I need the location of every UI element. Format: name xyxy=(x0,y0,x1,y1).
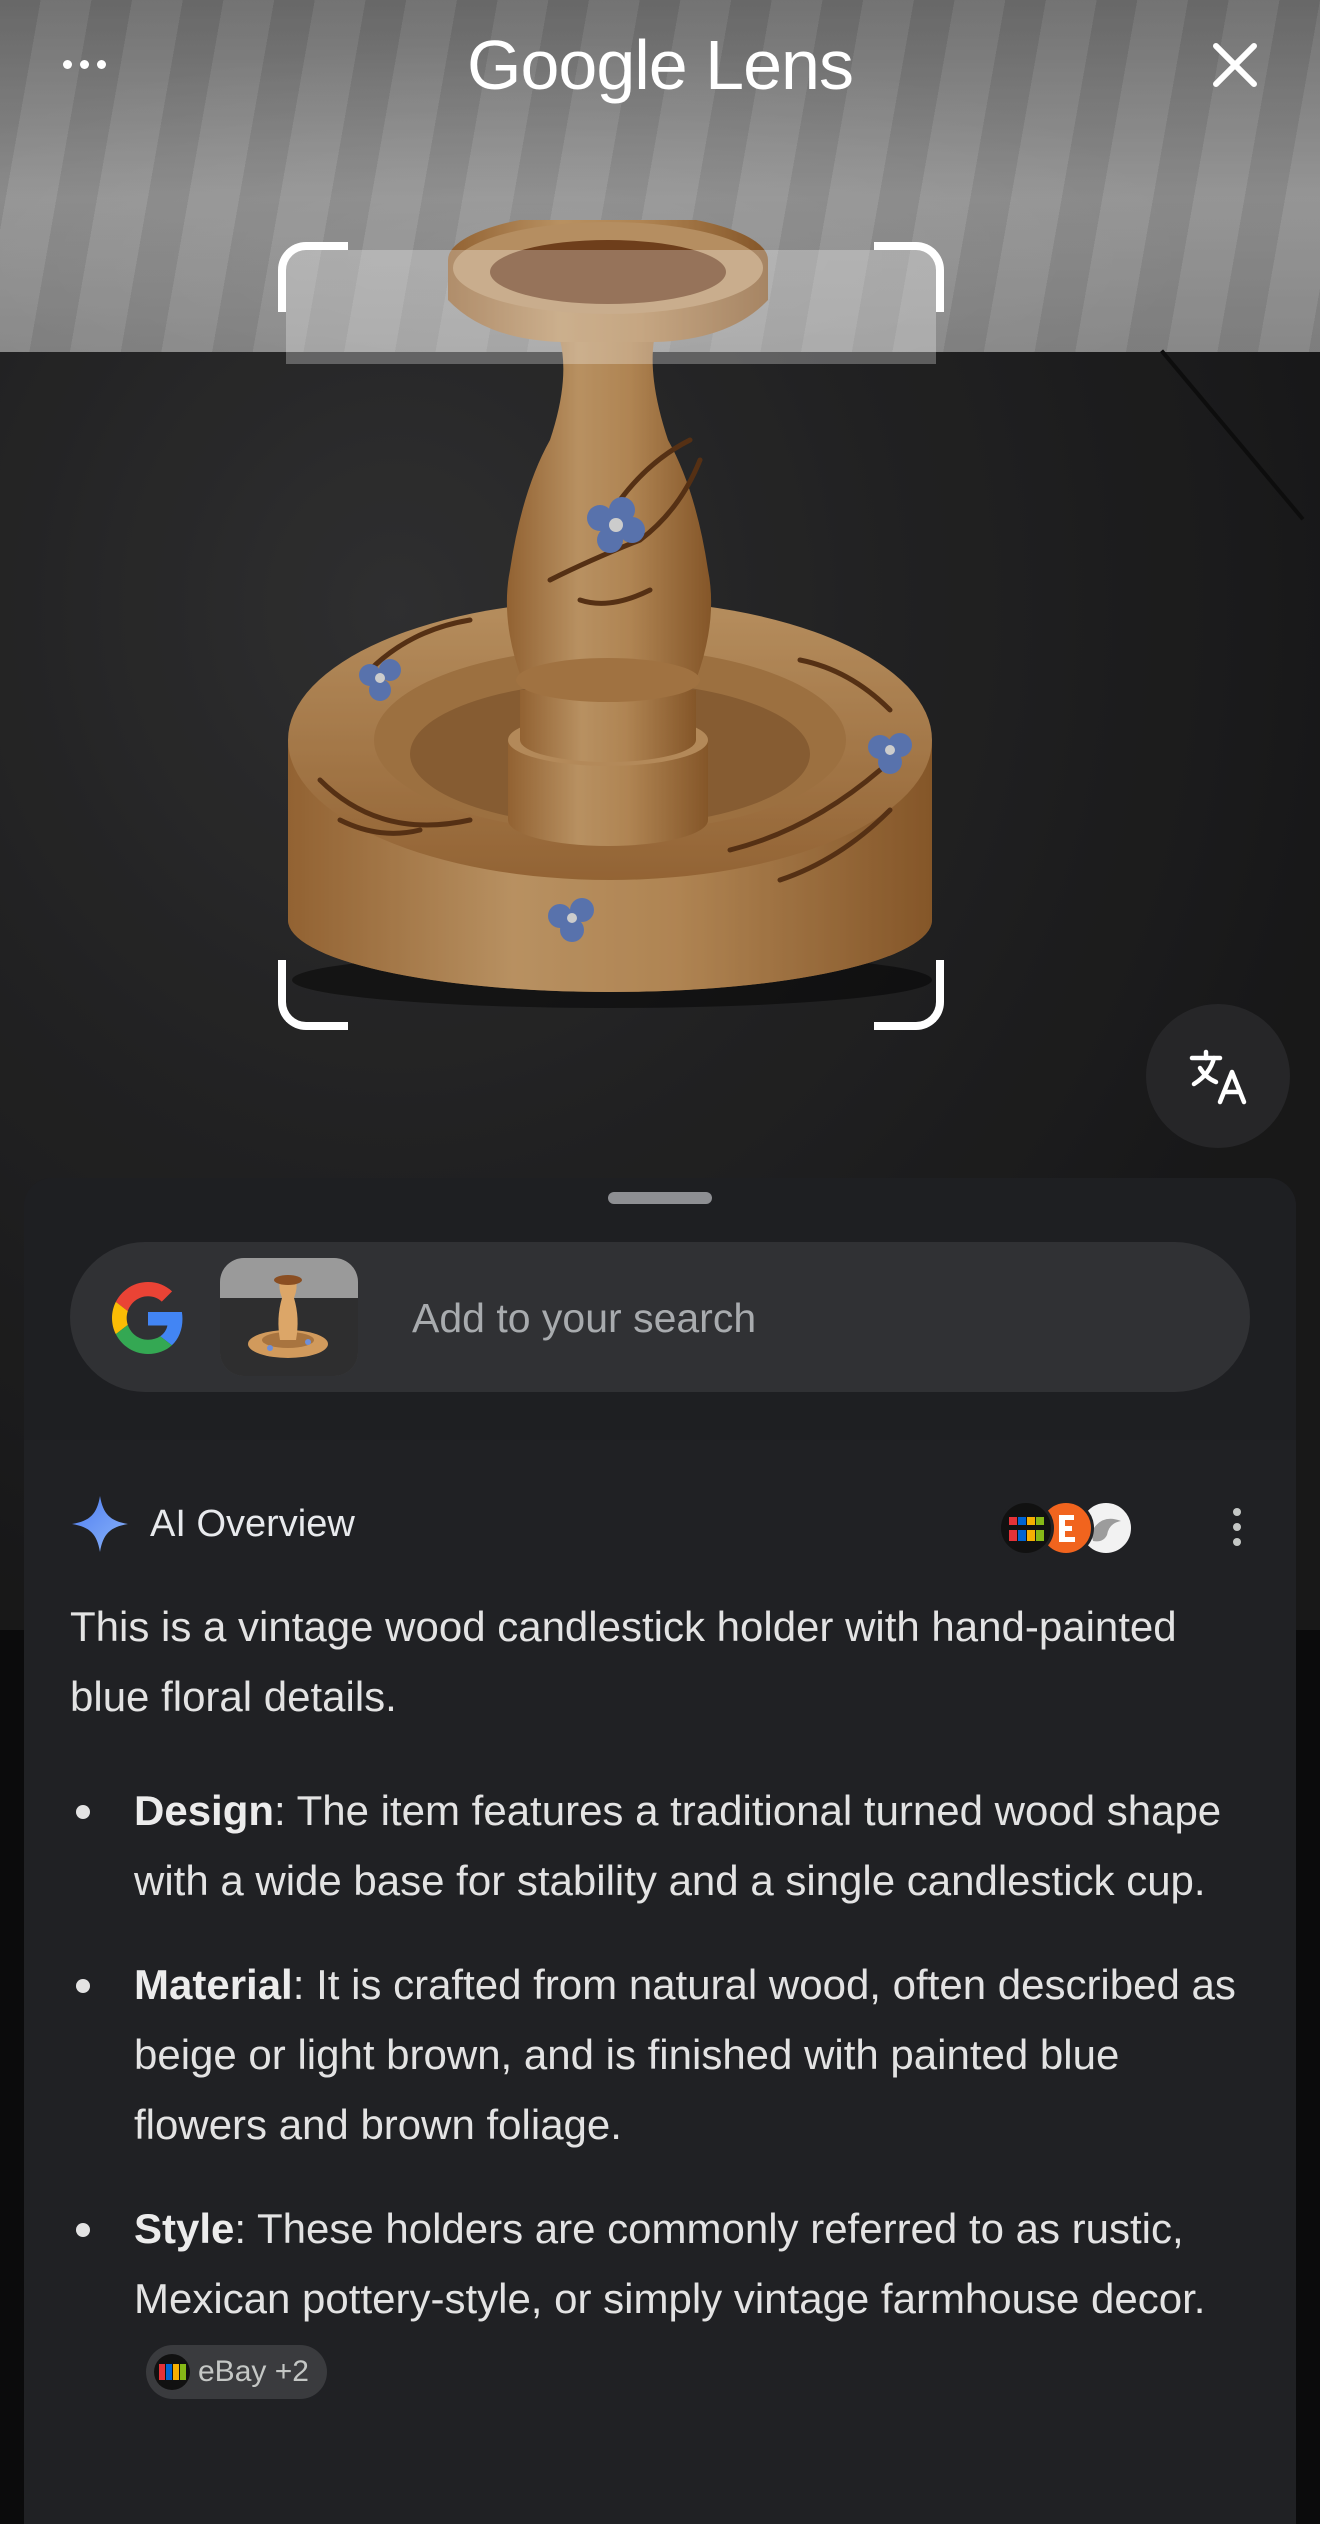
source-favicons[interactable] xyxy=(998,1500,1148,1560)
ebay-source-icon[interactable] xyxy=(998,1500,1054,1556)
selection-corner-top-left[interactable] xyxy=(278,242,348,312)
ebay-mini-icon xyxy=(154,2353,190,2390)
bullet-material: Material: It is crafted from natural woo… xyxy=(70,1950,1250,2160)
bullet-style: Style: These holders are commonly referr… xyxy=(70,2194,1250,2404)
search-bar[interactable] xyxy=(70,1242,1250,1394)
source-chip[interactable]: eBay +2 xyxy=(146,2344,327,2399)
ai-spark-icon xyxy=(72,1496,128,1552)
bullet-text: : The item features a traditional turned… xyxy=(134,1787,1222,1904)
ai-overview-body: This is a vintage wood candlestick holde… xyxy=(70,1592,1250,2438)
bullet-dot xyxy=(76,1805,90,1819)
sheet-drag-handle[interactable] xyxy=(608,1192,712,1204)
ai-overview-header: AI Overview xyxy=(70,1486,1250,1562)
close-icon[interactable] xyxy=(1200,30,1270,100)
translate-icon xyxy=(1189,1049,1247,1105)
ai-overview-title: AI Overview xyxy=(150,1503,355,1545)
bullet-text: : These holders are commonly referred to… xyxy=(134,2205,1206,2322)
bullet-term: Design xyxy=(134,1787,275,1834)
bullet-design: Design: The item features a traditional … xyxy=(70,1776,1250,1916)
top-bar: Google Lens xyxy=(0,0,1320,130)
bullet-term: Style xyxy=(134,2205,235,2252)
ai-overview-summary: This is a vintage wood candlestick holde… xyxy=(70,1603,1177,1720)
bullet-dot xyxy=(76,1979,90,1993)
app-title: Google Lens xyxy=(467,26,854,104)
ai-overview-bullets: Design: The item features a traditional … xyxy=(70,1776,1250,2404)
source-chip-label: eBay +2 xyxy=(198,2354,309,2388)
results-sheet: AI Overview xyxy=(24,1178,1296,2524)
selection-frame[interactable] xyxy=(278,242,944,1030)
selection-corner-bottom-right[interactable] xyxy=(874,960,944,1030)
selection-highlight xyxy=(286,250,936,364)
translate-button[interactable] xyxy=(1146,1004,1290,1148)
selection-corner-bottom-left[interactable] xyxy=(278,960,348,1030)
search-input[interactable] xyxy=(410,1242,1214,1394)
bullet-dot xyxy=(76,2223,90,2237)
bullet-term: Material xyxy=(134,1961,293,2008)
selection-corner-top-right[interactable] xyxy=(874,242,944,312)
bullet-text: : It is crafted from natural wood, often… xyxy=(134,1961,1236,2148)
google-g-icon[interactable] xyxy=(112,1282,184,1354)
query-image-thumbnail[interactable] xyxy=(220,1258,358,1376)
more-vertical-icon[interactable] xyxy=(1222,1502,1252,1552)
